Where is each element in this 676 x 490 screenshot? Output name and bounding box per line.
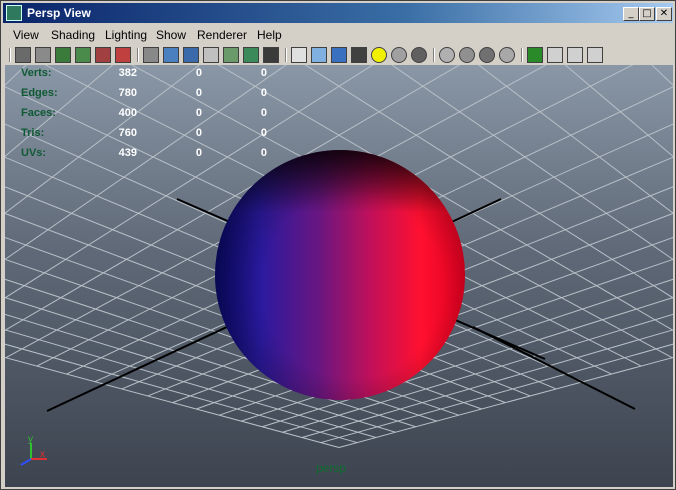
hud-stat-selected-count: 0: [195, 67, 202, 79]
menu-shading[interactable]: Shading: [51, 28, 95, 42]
toolbar-separator: [285, 48, 287, 62]
hud-stat-selected-count: 0: [195, 87, 202, 99]
toolbar-separator: [137, 48, 139, 62]
resolution-gate-icon[interactable]: [115, 47, 131, 63]
hud-stat-component-count: 0: [260, 107, 267, 119]
hud-stat-component-count: 0: [260, 67, 267, 79]
hud-stat-object-count: 760: [118, 127, 137, 139]
window-title: Persp View: [27, 6, 91, 20]
camera-name-label: persp: [316, 461, 347, 475]
hud-stat-object-count: 400: [118, 107, 137, 119]
camera-attributes-icon[interactable]: [15, 47, 31, 63]
wireframe-icon[interactable]: [143, 47, 159, 63]
cube-outline-icon[interactable]: [547, 47, 563, 63]
share-icon[interactable]: [587, 47, 603, 63]
menu-show[interactable]: Show: [156, 28, 186, 42]
minimize-button[interactable]: _: [623, 7, 639, 21]
grid-toggle-icon[interactable]: [75, 47, 91, 63]
persp-view-window: Persp View _ □ ✕ View Shading Lighting S…: [0, 0, 676, 490]
panel-toolbar: [3, 45, 673, 65]
light-bulb-icon[interactable]: [371, 47, 387, 63]
3d-viewport[interactable]: y x Verts: 382 0 0 Edges: 780 0 0 Faces: 400 0 0 Tri…: [5, 65, 673, 487]
hud-stat-selected-count: 0: [195, 107, 202, 119]
menu-lighting[interactable]: Lighting: [105, 28, 147, 42]
hud-stat-object-count: 439: [118, 147, 137, 159]
axis-gizmo: y x: [20, 434, 47, 466]
frame-icon[interactable]: [567, 47, 583, 63]
cube-shaded-icon[interactable]: [311, 47, 327, 63]
toolbar-separator: [433, 48, 435, 62]
smooth-shade-icon[interactable]: [163, 47, 179, 63]
cube-blue-icon[interactable]: [331, 47, 347, 63]
menu-view[interactable]: View: [13, 28, 39, 42]
menu-help[interactable]: Help: [257, 28, 282, 42]
hud-stat-component-count: 0: [260, 127, 267, 139]
film-gate-icon[interactable]: [95, 47, 111, 63]
toolbar-separator: [521, 48, 523, 62]
texture-icon[interactable]: [243, 47, 259, 63]
axis-x-label: x: [40, 449, 45, 460]
hud-stat-component-count: 0: [260, 147, 267, 159]
axis-y-label: y: [28, 434, 33, 445]
menu-bar: View Shading Lighting Show Renderer Help: [3, 25, 673, 45]
flat-shade-icon[interactable]: [183, 47, 199, 63]
points-icon[interactable]: [223, 47, 239, 63]
hud-stat-label: Faces:: [21, 107, 56, 119]
hud-stat-component-count: 0: [260, 87, 267, 99]
grid-axis-x-front: [472, 326, 636, 410]
image-plane-icon[interactable]: [55, 47, 71, 63]
app-icon: [6, 5, 22, 21]
hud-stat-object-count: 780: [118, 87, 137, 99]
axis-z-line: [20, 458, 32, 466]
hud-stat-label: Verts:: [21, 67, 52, 79]
cube-wire-icon[interactable]: [291, 47, 307, 63]
bookmark-icon[interactable]: [35, 47, 51, 63]
menu-renderer[interactable]: Renderer: [197, 28, 247, 42]
shadows-icon[interactable]: [479, 47, 495, 63]
ao-icon[interactable]: [459, 47, 475, 63]
hud-stat-label: Tris:: [21, 127, 45, 139]
title-bar[interactable]: Persp View _ □ ✕: [3, 3, 673, 23]
hud-stat-label: UVs:: [21, 147, 47, 159]
close-button[interactable]: ✕: [656, 7, 672, 21]
select-highlight-icon[interactable]: [527, 47, 543, 63]
bounding-box-icon[interactable]: [203, 47, 219, 63]
maximize-button[interactable]: □: [639, 7, 655, 21]
toolbar-separator: [9, 48, 11, 62]
hud-stat-selected-count: 0: [195, 147, 202, 159]
hud-stat-object-count: 382: [118, 67, 137, 79]
hud-stat-label: Edges:: [21, 87, 58, 99]
hud-stat-selected-count: 0: [195, 127, 202, 139]
sphere-gray-icon[interactable]: [391, 47, 407, 63]
sphere[interactable]: [215, 150, 465, 400]
text-icon[interactable]: [263, 47, 279, 63]
xray-icon[interactable]: [499, 47, 515, 63]
sphere-dark-icon[interactable]: [411, 47, 427, 63]
checker-icon[interactable]: [351, 47, 367, 63]
isolate-icon[interactable]: [439, 47, 455, 63]
